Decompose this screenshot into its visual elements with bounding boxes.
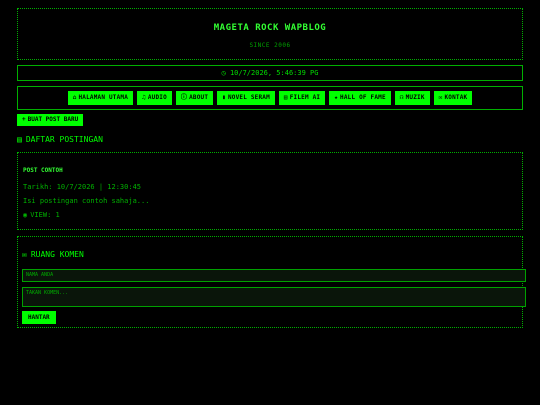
nav-kontak[interactable]: ✉ KONTAK [433, 91, 473, 105]
post-title[interactable]: POST CONTOH [23, 167, 63, 174]
nav-filem-label: FILEM AI [289, 94, 321, 101]
book-icon: ▮ [222, 94, 226, 101]
nav-hall-label: HALL OF FAME [340, 94, 386, 101]
nav-kontak-label: KONTAK [444, 94, 468, 101]
posts-section-title: ▤ DAFTAR POSTINGAN [17, 135, 103, 144]
site-subtitle: SINCE 2006 [249, 42, 291, 49]
nav-home[interactable]: ⌂ HALAMAN UTAMA [67, 91, 134, 105]
plus-icon: + [22, 116, 26, 123]
nav-about-label: ABOUT [189, 94, 209, 101]
nav-audio-label: AUDIO [147, 94, 167, 101]
clock-text: 10/7/2026, 5:46:39 PG [229, 69, 319, 77]
music-icon: ♫ [142, 94, 146, 101]
new-post-label: BUAT POST BARU [27, 116, 79, 123]
headphones-icon: ☊ [399, 94, 404, 101]
comments-icon: ✉ [22, 250, 27, 259]
comments-section: ✉ RUANG KOMEN NAMA ANDA TAKAN KOMEN... H… [17, 236, 526, 328]
nav-audio[interactable]: ♫ AUDIO [137, 91, 172, 105]
home-icon: ⌂ [72, 94, 77, 101]
nav-muzik-label: MUZIK [405, 94, 425, 101]
nav-about[interactable]: ⓘ ABOUT [175, 91, 214, 105]
info-icon: ⓘ [180, 94, 188, 101]
clock-icon: ◷ [221, 69, 226, 77]
table-icon: ▤ [17, 135, 22, 144]
nav-hall-of-fame[interactable]: ★ HALL OF FAME [329, 91, 391, 105]
comments-title: ✉ RUANG KOMEN [22, 250, 84, 259]
post-views-label: VIEW: 1 [30, 211, 60, 219]
site-title: MAGETA ROCK WAPBLOG [213, 23, 327, 33]
eye-icon: ◉ [23, 211, 28, 219]
new-post-button[interactable]: + BUAT POST BARU [17, 114, 84, 126]
envelope-icon: ✉ [438, 94, 443, 101]
post-date: Tarikh: 10/7/2026 | 12:30:45 [23, 183, 142, 191]
nav-bar: ⌂ HALAMAN UTAMA ♫ AUDIO ⓘ ABOUT ▮ NOVEL … [17, 86, 523, 110]
comment-textarea[interactable]: TAKAN KOMEN... [22, 287, 526, 307]
trophy-icon: ★ [334, 94, 339, 101]
nav-home-label: HALAMAN UTAMA [78, 94, 129, 101]
post-card: POST CONTOH Tarikh: 10/7/2026 | 12:30:45… [17, 152, 523, 230]
site-header: MAGETA ROCK WAPBLOG SINCE 2006 [17, 8, 523, 60]
nav-novel[interactable]: ▮ NOVEL SERAM [217, 91, 275, 105]
nav-filem[interactable]: ▤ FILEM AI [278, 91, 326, 105]
post-views: ◉ VIEW: 1 [23, 211, 60, 219]
comments-title-label: RUANG KOMEN [30, 250, 84, 259]
clock-bar: ◷ 10/7/2026, 5:46:39 PG [17, 65, 523, 81]
send-button[interactable]: HANTAR [22, 311, 56, 324]
nav-novel-label: NOVEL SERAM [227, 94, 270, 101]
film-icon: ▤ [283, 94, 288, 101]
nav-muzik[interactable]: ☊ MUZIK [394, 91, 430, 105]
post-body: Isi postingan contoh sahaja... [23, 197, 150, 205]
name-input[interactable]: NAMA ANDA [22, 269, 526, 282]
posts-section-label: DAFTAR POSTINGAN [25, 135, 103, 144]
